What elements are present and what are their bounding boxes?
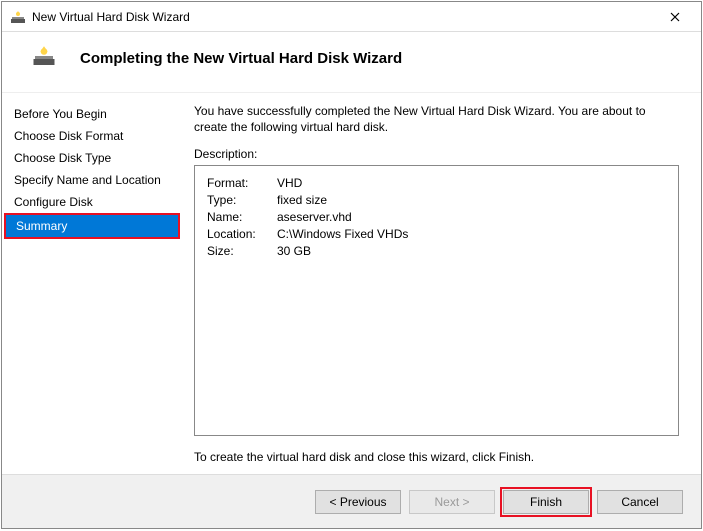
cancel-button[interactable]: Cancel <box>597 490 683 514</box>
summary-value: C:\Windows Fixed VHDs <box>277 227 408 241</box>
description-box: Format:VHD Type:fixed size Name:aseserve… <box>194 165 679 436</box>
highlight-box: Summary <box>4 213 180 239</box>
close-icon[interactable] <box>655 3 695 31</box>
page-title: Completing the New Virtual Hard Disk Wiz… <box>80 50 402 67</box>
sidebar-item-specify-name-location[interactable]: Specify Name and Location <box>4 169 180 191</box>
disk-icon <box>32 44 56 68</box>
description-label: Description: <box>194 147 679 161</box>
wizard-steps-sidebar: Before You Begin Choose Disk Format Choo… <box>2 93 182 474</box>
summary-key: Format: <box>207 176 277 190</box>
summary-key: Size: <box>207 244 277 258</box>
window-title: New Virtual Hard Disk Wizard <box>32 10 655 24</box>
summary-row: Location:C:\Windows Fixed VHDs <box>207 227 666 241</box>
wizard-header: Completing the New Virtual Hard Disk Wiz… <box>2 32 701 93</box>
intro-text: You have successfully completed the New … <box>194 103 679 135</box>
summary-row: Format:VHD <box>207 176 666 190</box>
sidebar-item-choose-disk-format[interactable]: Choose Disk Format <box>4 125 180 147</box>
next-button: Next > <box>409 490 495 514</box>
summary-key: Name: <box>207 210 277 224</box>
summary-row: Name:aseserver.vhd <box>207 210 666 224</box>
footer-instruction: To create the virtual hard disk and clos… <box>194 450 679 464</box>
summary-row: Type:fixed size <box>207 193 666 207</box>
wizard-body: Before You Begin Choose Disk Format Choo… <box>2 93 701 474</box>
sidebar-item-choose-disk-type[interactable]: Choose Disk Type <box>4 147 180 169</box>
previous-button[interactable]: < Previous <box>315 490 401 514</box>
finish-button[interactable]: Finish <box>503 490 589 514</box>
summary-value: 30 GB <box>277 244 311 258</box>
summary-value: fixed size <box>277 193 327 207</box>
titlebar: New Virtual Hard Disk Wizard <box>2 2 701 32</box>
sidebar-item-configure-disk[interactable]: Configure Disk <box>4 191 180 213</box>
button-bar: < Previous Next > Finish Cancel <box>2 474 701 528</box>
wizard-content: You have successfully completed the New … <box>182 93 701 474</box>
summary-value: aseserver.vhd <box>277 210 352 224</box>
summary-value: VHD <box>277 176 302 190</box>
summary-key: Location: <box>207 227 277 241</box>
sidebar-item-summary[interactable]: Summary <box>6 215 178 237</box>
wizard-window: New Virtual Hard Disk Wizard Completing … <box>1 1 702 529</box>
disk-icon <box>10 9 26 25</box>
summary-row: Size:30 GB <box>207 244 666 258</box>
summary-key: Type: <box>207 193 277 207</box>
sidebar-item-before-you-begin[interactable]: Before You Begin <box>4 103 180 125</box>
